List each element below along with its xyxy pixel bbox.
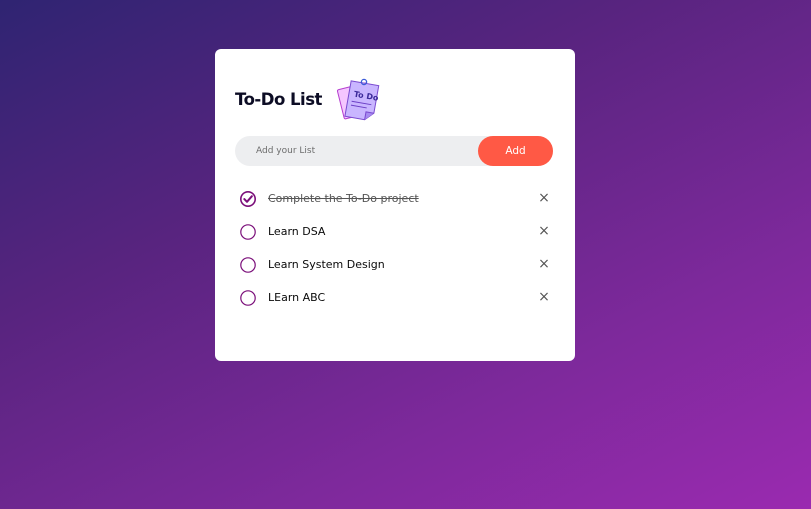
task-item[interactable]: Complete the To-Do project × [240, 182, 552, 215]
close-icon[interactable]: × [536, 256, 552, 272]
page-title: To-Do List [235, 89, 322, 109]
task-text: Complete the To-Do project [268, 192, 419, 205]
close-icon[interactable]: × [536, 289, 552, 305]
close-icon[interactable]: × [536, 223, 552, 239]
todo-sticky-note-icon: To Do [336, 78, 380, 121]
task-text: Learn System Design [268, 258, 385, 271]
task-input[interactable] [235, 136, 471, 166]
task-item[interactable]: LEarn ABC × [240, 281, 552, 314]
task-item[interactable]: Learn DSA × [240, 215, 552, 248]
checked-circle-icon[interactable] [240, 190, 256, 207]
unchecked-circle-icon[interactable] [240, 289, 256, 306]
task-text: Learn DSA [268, 225, 326, 238]
todo-card: To-Do List To Do Add Complete the To-Do … [215, 49, 575, 361]
unchecked-circle-icon[interactable] [240, 223, 256, 240]
header: To-Do List To Do [235, 75, 384, 123]
add-task-row: Add [235, 136, 553, 166]
task-item[interactable]: Learn System Design × [240, 248, 552, 281]
task-text: LEarn ABC [268, 291, 326, 304]
task-list: Complete the To-Do project × Learn DSA × Lea… [240, 182, 552, 314]
unchecked-circle-icon[interactable] [240, 256, 256, 273]
add-button[interactable]: Add [478, 136, 553, 166]
close-icon[interactable]: × [536, 190, 552, 206]
